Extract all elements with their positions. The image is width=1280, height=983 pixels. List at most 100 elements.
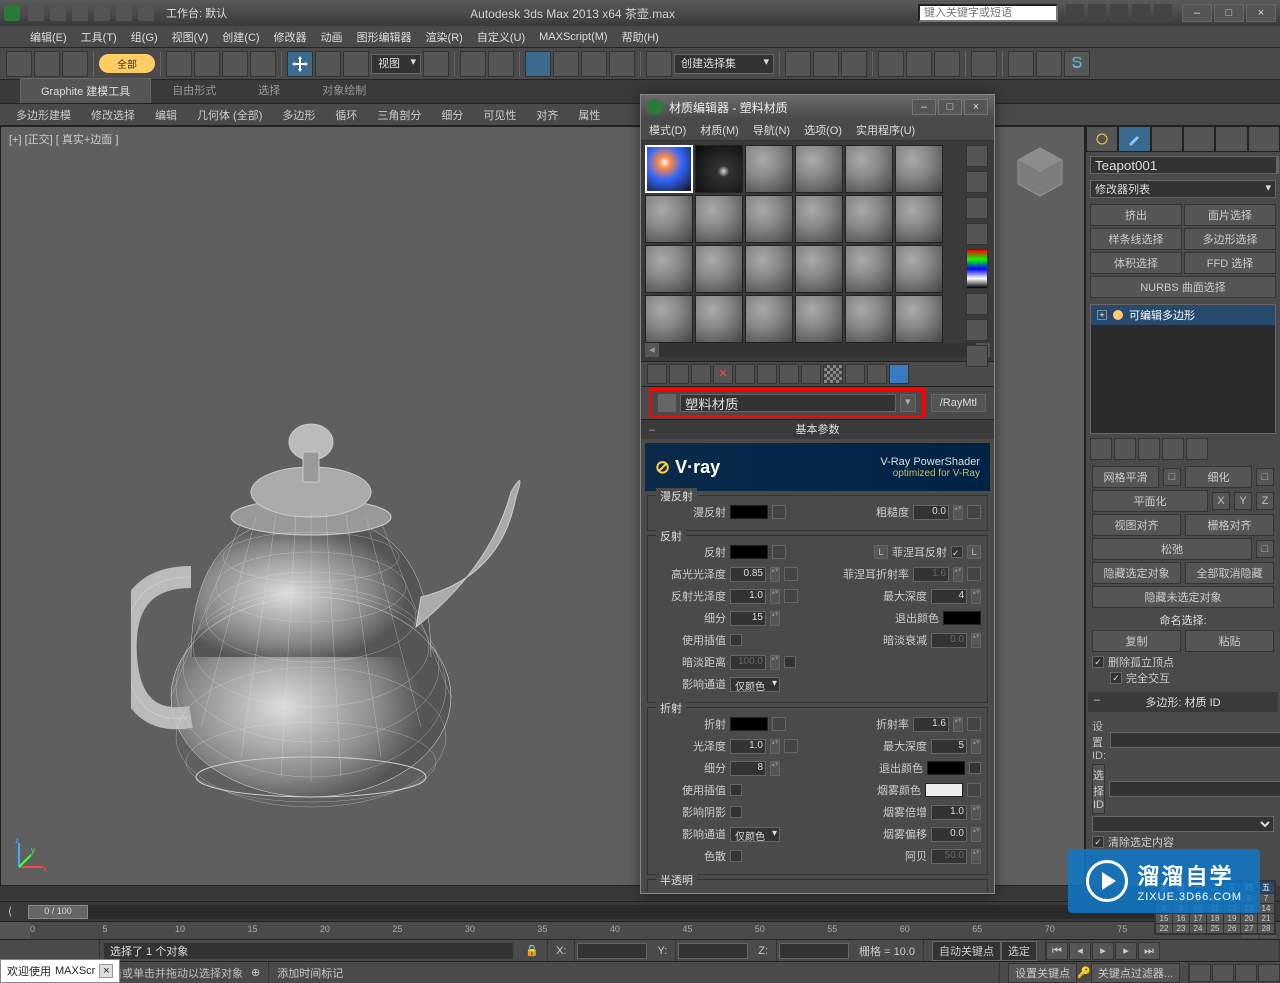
- dimdist-spinner[interactable]: 100.0: [730, 655, 766, 670]
- mat-menu-nav[interactable]: 导航(N): [753, 122, 790, 138]
- mod-patchsel-button[interactable]: 面片选择: [1184, 204, 1276, 226]
- select-manipulate-icon[interactable]: [460, 51, 486, 77]
- maximize-viewport-icon[interactable]: [1258, 964, 1280, 982]
- spinner-buttons[interactable]: ▴▾: [770, 611, 780, 626]
- dimfall-spinner[interactable]: 0.0: [931, 633, 967, 648]
- time-slider-thumb[interactable]: 0 / 100: [28, 905, 88, 919]
- material-slot[interactable]: [895, 195, 943, 243]
- bind-spacewarp-icon[interactable]: [62, 51, 88, 77]
- curve-editor-icon[interactable]: [906, 51, 932, 77]
- material-slot[interactable]: [745, 145, 793, 193]
- refr-subdiv-spinner[interactable]: 8: [730, 761, 766, 776]
- tab-selection[interactable]: 选择: [237, 77, 301, 103]
- bulb-icon[interactable]: [1113, 310, 1123, 320]
- close-button[interactable]: ×: [1246, 4, 1276, 22]
- pan-icon[interactable]: [1189, 964, 1211, 982]
- fresnel-checkbox[interactable]: [951, 546, 963, 558]
- reflect-color-swatch[interactable]: [730, 545, 768, 559]
- affect-channel-dropdown[interactable]: 仅颜色: [730, 677, 780, 692]
- material-slot[interactable]: [845, 245, 893, 293]
- roughness-map-button[interactable]: [967, 505, 981, 519]
- configure-sets-icon[interactable]: [1186, 438, 1208, 460]
- material-slot[interactable]: [845, 145, 893, 193]
- isolate-icon[interactable]: ⊕: [243, 962, 269, 983]
- hilight-map-button[interactable]: [784, 567, 798, 581]
- panel-polymodel[interactable]: 多边形建模: [8, 105, 79, 125]
- qat-open-icon[interactable]: [50, 5, 66, 21]
- setkey-button[interactable]: 设置关键点: [1008, 963, 1077, 983]
- matid-dropdown[interactable]: [1092, 816, 1274, 832]
- show-end-result-icon[interactable]: [845, 364, 865, 384]
- relax-settings-icon[interactable]: □: [1256, 540, 1274, 558]
- hideunsel-button[interactable]: 隐藏未选定对象: [1092, 586, 1274, 608]
- eyedropper-icon[interactable]: [658, 394, 676, 412]
- delete-iso-checkbox[interactable]: 删除孤立顶点: [1092, 654, 1274, 670]
- help-search-input[interactable]: [918, 4, 1058, 22]
- infocenter-icon[interactable]: [1066, 4, 1084, 22]
- refrgloss-map-button[interactable]: [784, 739, 798, 753]
- material-slot[interactable]: [745, 245, 793, 293]
- hierarchy-tab-icon[interactable]: [1151, 126, 1183, 152]
- material-id-icon[interactable]: [801, 364, 821, 384]
- viewalign-button[interactable]: 视图对齐: [1092, 514, 1181, 536]
- align-icon[interactable]: [813, 51, 839, 77]
- help-icon[interactable]: [1154, 4, 1172, 22]
- percent-snap-icon[interactable]: [581, 51, 607, 77]
- panel-edit[interactable]: 编辑: [147, 105, 185, 125]
- material-slot[interactable]: [695, 245, 743, 293]
- spinner-buttons[interactable]: ▴▾: [770, 655, 780, 670]
- abbe-spinner[interactable]: 50.0: [931, 849, 967, 864]
- menu-rendering[interactable]: 渲染(R): [426, 29, 463, 45]
- display-tab-icon[interactable]: [1215, 126, 1247, 152]
- workspace-selector[interactable]: 工作台: 默认: [166, 5, 227, 21]
- mat-menu-options[interactable]: 选项(O): [804, 122, 842, 138]
- make-unique-icon[interactable]: [1138, 438, 1160, 460]
- material-slot-1[interactable]: [645, 145, 693, 193]
- exitcolor-checkbox[interactable]: [969, 762, 981, 774]
- spinner-buttons[interactable]: ▴▾: [953, 567, 963, 582]
- material-slot-2[interactable]: [695, 145, 743, 193]
- z-coord-input[interactable]: [779, 943, 849, 959]
- full-interactive-checkbox[interactable]: 完全交互: [1110, 670, 1274, 686]
- planar-z-button[interactable]: Z: [1256, 492, 1274, 510]
- interp-checkbox[interactable]: [730, 634, 742, 646]
- layers-icon[interactable]: [841, 51, 867, 77]
- material-slot[interactable]: [795, 145, 843, 193]
- material-slot[interactable]: [845, 295, 893, 343]
- use-pivot-icon[interactable]: [423, 51, 449, 77]
- material-slot[interactable]: [895, 245, 943, 293]
- mod-volsel-button[interactable]: 体积选择: [1090, 252, 1182, 274]
- clearsel-checkbox[interactable]: 清除选定内容: [1092, 834, 1274, 850]
- planar-button[interactable]: 平面化: [1092, 490, 1208, 512]
- refract-map-button[interactable]: [772, 717, 786, 731]
- keyboard-shortcut-icon[interactable]: [488, 51, 514, 77]
- setid-input[interactable]: [1110, 732, 1280, 748]
- fogmult-spinner[interactable]: 1.0: [931, 805, 967, 820]
- create-tab-icon[interactable]: [1086, 126, 1118, 152]
- orbit-icon[interactable]: [1235, 964, 1257, 982]
- window-crossing-icon[interactable]: [250, 51, 276, 77]
- add-time-tag[interactable]: 添加时间标记: [269, 962, 1000, 983]
- material-name-input[interactable]: [680, 394, 896, 412]
- paste-button[interactable]: 粘贴: [1185, 630, 1274, 652]
- backlight-icon[interactable]: [966, 171, 988, 193]
- lock-icon[interactable]: 🔒: [517, 940, 548, 961]
- material-slot[interactable]: [845, 195, 893, 243]
- qat-new-icon[interactable]: [28, 5, 44, 21]
- menu-views[interactable]: 视图(V): [172, 29, 209, 45]
- script-listener-cell[interactable]: [0, 940, 100, 961]
- selectid-input[interactable]: [1109, 781, 1280, 797]
- selectid-button[interactable]: 选择 ID: [1092, 764, 1105, 814]
- menu-help[interactable]: 帮助(H): [622, 29, 659, 45]
- refr-maxdepth-spinner[interactable]: 5: [931, 739, 967, 754]
- zoom-icon[interactable]: [1212, 964, 1234, 982]
- affect-shadow-checkbox[interactable]: [730, 806, 742, 818]
- autokey-mode-dropdown[interactable]: 选定: [1001, 941, 1037, 961]
- mirror-icon[interactable]: [785, 51, 811, 77]
- panel-loop[interactable]: 循环: [327, 105, 365, 125]
- material-slot[interactable]: [745, 195, 793, 243]
- mat-minimize-button[interactable]: –: [912, 99, 936, 115]
- minimize-button[interactable]: –: [1182, 4, 1212, 22]
- unhideall-button[interactable]: 全部取消隐藏: [1185, 562, 1274, 584]
- options-icon[interactable]: [966, 319, 988, 341]
